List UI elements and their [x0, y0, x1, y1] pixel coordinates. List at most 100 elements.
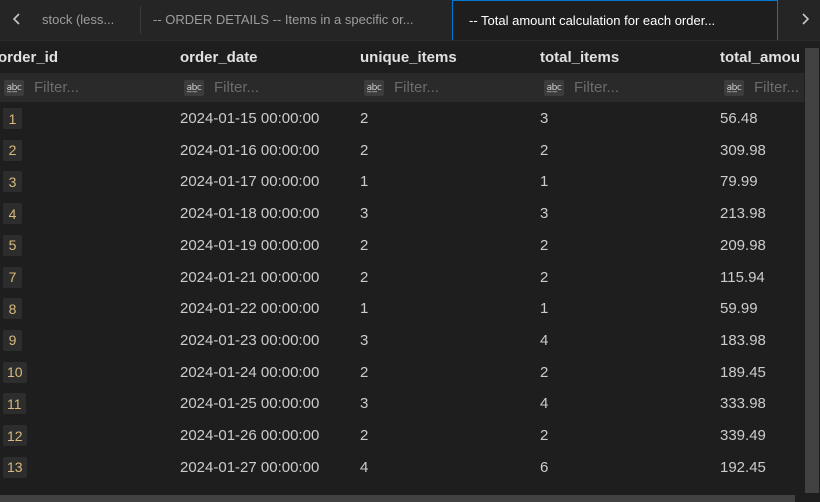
- cell-order-id[interactable]: 4: [2, 198, 22, 229]
- cell-order-id[interactable]: 7: [2, 262, 22, 293]
- result-grid-app: stock (less... -- ORDER DETAILS -- Items…: [0, 0, 820, 502]
- cell-order-id[interactable]: 10: [2, 357, 27, 388]
- horizontal-scrollbar-thumb[interactable]: [0, 495, 795, 502]
- filter-total-items[interactable]: a̲b̲c Filter...: [544, 73, 619, 102]
- filter-unique-items[interactable]: a̲b̲c Filter...: [364, 73, 439, 102]
- scroll-tabs-right-icon[interactable]: [790, 0, 820, 38]
- cell-total-amount[interactable]: 59.99: [720, 293, 758, 324]
- vertical-scrollbar[interactable]: [804, 41, 820, 502]
- cell-total-items[interactable]: 4: [540, 388, 548, 419]
- cell-order-date[interactable]: 2024-01-26 00:00:00: [180, 420, 319, 451]
- cell-total-amount[interactable]: 333.98: [720, 388, 766, 419]
- cell-order-date[interactable]: 2024-01-16 00:00:00: [180, 135, 319, 166]
- table-row[interactable]: 2 2024-01-16 00:00:00 2 2 309.98: [0, 135, 804, 167]
- cell-order-id[interactable]: 1: [2, 103, 22, 134]
- cell-unique-items[interactable]: 2: [360, 230, 368, 261]
- cell-order-id[interactable]: 3: [2, 166, 22, 197]
- cell-order-date[interactable]: 2024-01-17 00:00:00: [180, 166, 319, 197]
- cell-total-amount[interactable]: 79.99: [720, 166, 758, 197]
- filter-order-date-input[interactable]: Filter...: [214, 79, 259, 96]
- column-header-total-items[interactable]: total_items: [540, 41, 619, 73]
- table-row[interactable]: 5 2024-01-19 00:00:00 2 2 209.98: [0, 230, 804, 262]
- cell-unique-items[interactable]: 2: [360, 357, 368, 388]
- cell-order-date[interactable]: 2024-01-19 00:00:00: [180, 230, 319, 261]
- cell-total-items[interactable]: 2: [540, 262, 548, 293]
- table-row[interactable]: 9 2024-01-23 00:00:00 3 4 183.98: [0, 325, 804, 357]
- cell-order-date[interactable]: 2024-01-18 00:00:00: [180, 198, 319, 229]
- tab-stock[interactable]: stock (less...: [30, 0, 140, 38]
- cell-total-items[interactable]: 3: [540, 103, 548, 134]
- tab-total-amount[interactable]: -- Total amount calculation for each ord…: [452, 0, 778, 40]
- cell-total-items[interactable]: 2: [540, 135, 548, 166]
- table-row[interactable]: 13 2024-01-27 00:00:00 4 6 192.45: [0, 452, 804, 484]
- filter-order-date[interactable]: a̲b̲c Filter...: [184, 73, 259, 102]
- cell-unique-items[interactable]: 2: [360, 135, 368, 166]
- table-row[interactable]: 12 2024-01-26 00:00:00 2 2 339.49: [0, 420, 804, 452]
- horizontal-scrollbar[interactable]: [0, 494, 804, 502]
- cell-total-amount[interactable]: 183.98: [720, 325, 766, 356]
- column-header-order-id[interactable]: order_id: [0, 41, 58, 73]
- cell-total-items[interactable]: 2: [540, 357, 548, 388]
- cell-unique-items[interactable]: 2: [360, 420, 368, 451]
- column-header-order-date[interactable]: order_date: [180, 41, 258, 73]
- cell-unique-items[interactable]: 3: [360, 388, 368, 419]
- column-header-unique-items[interactable]: unique_items: [360, 41, 457, 73]
- cell-order-date[interactable]: 2024-01-23 00:00:00: [180, 325, 319, 356]
- cell-order-date[interactable]: 2024-01-27 00:00:00: [180, 452, 319, 483]
- cell-total-amount[interactable]: 189.45: [720, 357, 766, 388]
- cell-total-amount[interactable]: 115.94: [720, 262, 765, 293]
- cell-order-date[interactable]: 2024-01-24 00:00:00: [180, 357, 319, 388]
- cell-total-amount[interactable]: 309.98: [720, 135, 766, 166]
- filter-total-items-input[interactable]: Filter...: [574, 79, 619, 96]
- scroll-tabs-left-icon[interactable]: [2, 0, 32, 38]
- cell-order-date[interactable]: 2024-01-25 00:00:00: [180, 388, 319, 419]
- vertical-scrollbar-thumb[interactable]: [805, 48, 819, 493]
- cell-total-items[interactable]: 1: [540, 166, 548, 197]
- cell-order-id-value: 12: [3, 425, 27, 446]
- filter-unique-items-input[interactable]: Filter...: [394, 79, 439, 96]
- cell-order-id[interactable]: 12: [2, 420, 27, 451]
- tab-order-details[interactable]: -- ORDER DETAILS -- Items in a specific …: [141, 0, 451, 38]
- filter-order-id-input[interactable]: Filter...: [34, 79, 79, 96]
- cell-total-amount[interactable]: 339.49: [720, 420, 766, 451]
- cell-order-id[interactable]: 5: [2, 230, 22, 261]
- cell-order-date[interactable]: 2024-01-21 00:00:00: [180, 262, 319, 293]
- filter-total-amount[interactable]: a̲b̲c Filter...: [724, 73, 799, 102]
- cell-order-id[interactable]: 2: [2, 135, 22, 166]
- cell-unique-items[interactable]: 1: [360, 293, 368, 324]
- cell-order-date[interactable]: 2024-01-22 00:00:00: [180, 293, 319, 324]
- cell-total-amount[interactable]: 192.45: [720, 452, 766, 483]
- cell-order-id[interactable]: 11: [2, 388, 26, 419]
- cell-unique-items[interactable]: 3: [360, 198, 368, 229]
- filter-order-id[interactable]: a̲b̲c Filter...: [4, 73, 79, 102]
- table-row[interactable]: 11 2024-01-25 00:00:00 3 4 333.98: [0, 388, 804, 420]
- cell-order-date-value: 2024-01-21 00:00:00: [180, 268, 320, 286]
- table-row[interactable]: 10 2024-01-24 00:00:00 2 2 189.45: [0, 357, 804, 389]
- cell-order-date[interactable]: 2024-01-15 00:00:00: [180, 103, 319, 134]
- cell-total-items[interactable]: 1: [540, 293, 548, 324]
- cell-total-amount[interactable]: 213.98: [720, 198, 766, 229]
- cell-unique-items-value: 2: [360, 110, 369, 127]
- cell-total-amount[interactable]: 56.48: [720, 103, 758, 134]
- filter-total-amount-input[interactable]: Filter...: [754, 79, 799, 96]
- column-header-total-amount[interactable]: total_amou: [720, 41, 800, 73]
- cell-total-items[interactable]: 4: [540, 325, 548, 356]
- cell-order-id[interactable]: 9: [2, 325, 22, 356]
- cell-order-id[interactable]: 8: [2, 293, 22, 324]
- table-row[interactable]: 7 2024-01-21 00:00:00 2 2 115.94: [0, 262, 804, 294]
- cell-total-items[interactable]: 2: [540, 230, 548, 261]
- table-row[interactable]: 4 2024-01-18 00:00:00 3 3 213.98: [0, 198, 804, 230]
- table-row[interactable]: 1 2024-01-15 00:00:00 2 3 56.48: [0, 103, 804, 135]
- cell-total-amount[interactable]: 209.98: [720, 230, 766, 261]
- cell-total-items[interactable]: 2: [540, 420, 548, 451]
- cell-unique-items[interactable]: 2: [360, 262, 368, 293]
- cell-unique-items[interactable]: 3: [360, 325, 368, 356]
- cell-unique-items[interactable]: 4: [360, 452, 368, 483]
- table-row[interactable]: 8 2024-01-22 00:00:00 1 1 59.99: [0, 293, 804, 325]
- cell-total-items[interactable]: 3: [540, 198, 548, 229]
- cell-order-id[interactable]: 13: [2, 452, 27, 483]
- cell-total-items[interactable]: 6: [540, 452, 548, 483]
- cell-unique-items[interactable]: 2: [360, 103, 368, 134]
- cell-unique-items[interactable]: 1: [360, 166, 368, 197]
- table-row[interactable]: 3 2024-01-17 00:00:00 1 1 79.99: [0, 166, 804, 198]
